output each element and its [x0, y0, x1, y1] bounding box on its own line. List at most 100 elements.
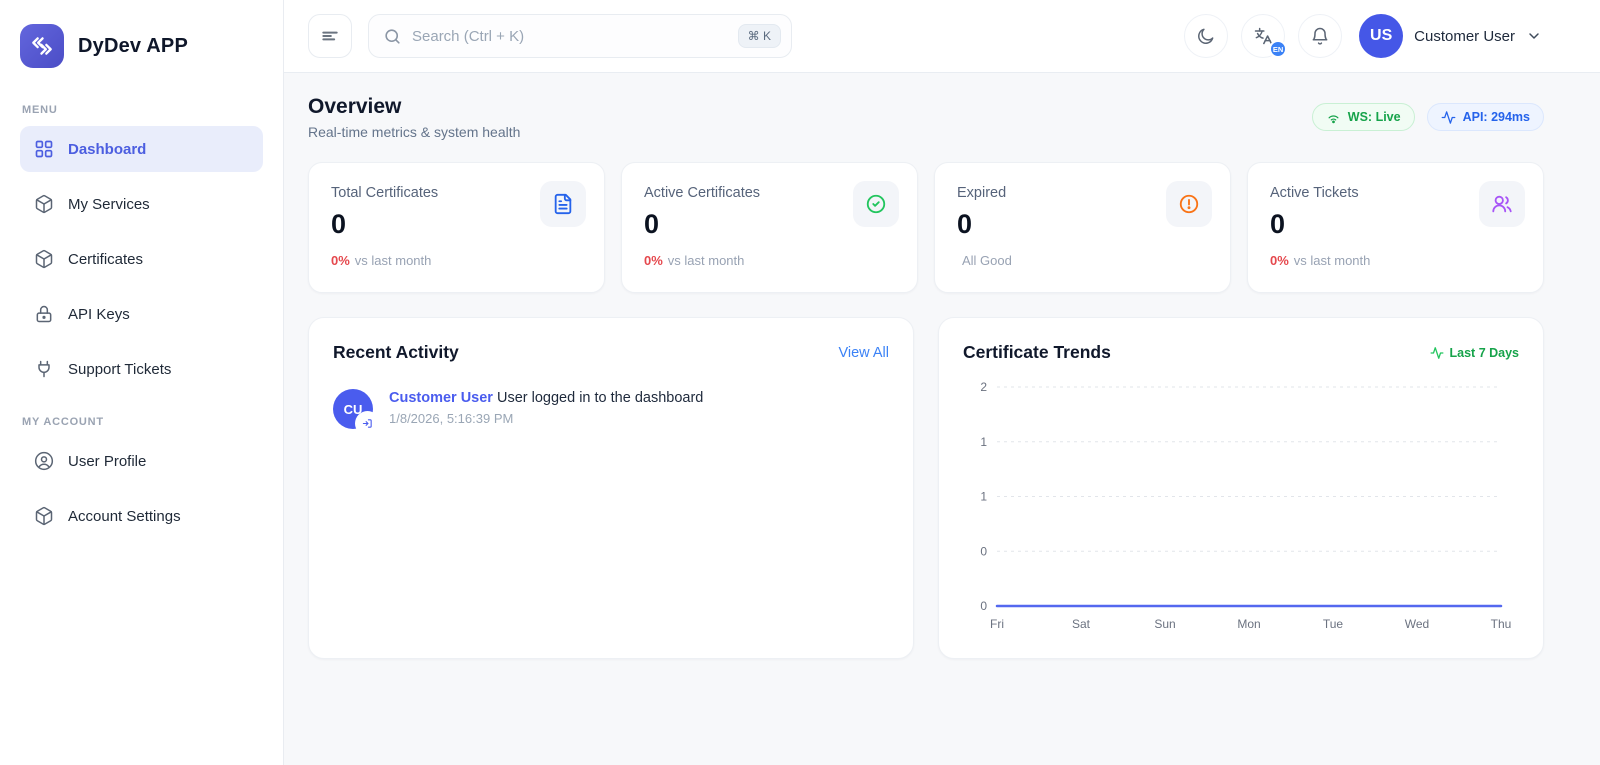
sidebar-item-label: API Keys: [68, 306, 130, 323]
stat-delta: 0%: [644, 253, 663, 268]
sidebar: DyDev APP MENU Dashboard My Services: [0, 0, 284, 765]
activity-text: Customer User User logged in to the dash…: [389, 390, 703, 406]
notifications-button[interactable]: [1298, 14, 1342, 58]
activity-action: User logged in to the dashboard: [497, 390, 703, 406]
user-circle-icon: [34, 451, 54, 471]
chart-range-label: Last 7 Days: [1430, 346, 1519, 360]
search-shortcut-kbd: ⌘ K: [738, 24, 781, 48]
panels-row: Recent Activity View All CU: [308, 317, 1544, 659]
package-icon: [34, 249, 54, 269]
main-content: Overview Real-time metrics & system heal…: [284, 73, 1600, 765]
sidebar-item-label: User Profile: [68, 453, 146, 470]
plug-icon: [34, 359, 54, 379]
svg-text:1: 1: [980, 490, 987, 504]
stat-card-expired: Expired 0 All Good: [934, 162, 1231, 293]
sidebar-item-certificates[interactable]: Certificates: [20, 236, 263, 282]
stat-card-active-certificates: Active Certificates 0 0%vs last month: [621, 162, 918, 293]
alert-circle-icon: [1178, 193, 1200, 215]
language-switcher[interactable]: EN: [1241, 14, 1285, 58]
sidebar-item-label: My Services: [68, 196, 150, 213]
search-icon: [383, 27, 402, 46]
topbar-actions: EN US Customer User: [1184, 14, 1542, 58]
stat-card-total-certificates: Total Certificates 0 0%vs last month: [308, 162, 605, 293]
svg-text:Sat: Sat: [1072, 617, 1091, 631]
package-icon: [34, 194, 54, 214]
page-subtitle: Real-time metrics & system health: [308, 124, 520, 140]
menu-section-label: MENU: [22, 104, 283, 116]
svg-text:Mon: Mon: [1237, 617, 1260, 631]
sidebar-item-support-tickets[interactable]: Support Tickets: [20, 346, 263, 392]
content-column: ⌘ K EN: [284, 0, 1600, 765]
svg-text:0: 0: [980, 599, 987, 613]
stat-footnote: 0% vs last month: [331, 253, 582, 268]
language-badge: EN: [1269, 40, 1287, 58]
account-section-label: MY ACCOUNT: [22, 416, 283, 428]
activity-content: Customer User User logged in to the dash…: [389, 389, 703, 429]
dark-mode-toggle[interactable]: [1184, 14, 1228, 58]
menu-icon: [320, 26, 340, 46]
search-box: ⌘ K: [368, 14, 792, 58]
stat-delta: 0%: [331, 253, 350, 268]
activity-avatar: CU: [333, 389, 373, 429]
login-badge: [357, 413, 378, 434]
sidebar-item-my-services[interactable]: My Services: [20, 181, 263, 227]
stat-delta: 0%: [1270, 253, 1289, 268]
bell-icon: [1310, 26, 1330, 46]
page-header: Overview Real-time metrics & system heal…: [308, 95, 1544, 140]
view-all-link[interactable]: View All: [838, 345, 889, 361]
sidebar-item-dashboard[interactable]: Dashboard: [20, 126, 263, 172]
sidebar-item-label: Certificates: [68, 251, 143, 268]
stat-foot-text: vs last month: [1294, 253, 1371, 268]
file-text-icon: [552, 193, 574, 215]
svg-text:2: 2: [980, 380, 987, 394]
sidebar-account-menu: User Profile Account Settings: [0, 438, 283, 539]
stats-grid: Total Certificates 0 0%vs last month Act…: [308, 162, 1544, 293]
svg-text:0: 0: [980, 544, 987, 558]
sidebar-item-api-keys[interactable]: API Keys: [20, 291, 263, 337]
stat-icon-tile: [540, 181, 586, 227]
sidebar-item-user-profile[interactable]: User Profile: [20, 438, 263, 484]
search-input[interactable]: [412, 28, 728, 45]
chart-range-text: Last 7 Days: [1450, 346, 1519, 360]
svg-text:Fri: Fri: [990, 617, 1004, 631]
grid-icon: [34, 139, 54, 159]
users-icon: [1491, 193, 1513, 215]
chevron-down-icon: [1526, 28, 1542, 44]
stat-icon-tile: [1479, 181, 1525, 227]
activity-actor: Customer User: [389, 390, 493, 406]
certificate-trends-header: Certificate Trends Last 7 Days: [963, 342, 1519, 363]
user-avatar: US: [1359, 14, 1403, 58]
app-logo-icon: [20, 24, 64, 68]
stat-footnote: All Good: [957, 253, 1208, 268]
topbar: ⌘ K EN: [284, 0, 1600, 73]
stat-card-active-tickets: Active Tickets 0 0%vs last month: [1247, 162, 1544, 293]
sidebar-item-label: Dashboard: [68, 141, 146, 158]
user-name: Customer User: [1414, 28, 1515, 45]
certificate-trends-chart: 00112FriSatSunMonTueWedThu: [963, 373, 1519, 634]
sidebar-item-label: Account Settings: [68, 508, 181, 525]
page-title: Overview: [308, 95, 520, 119]
sidebar-menu: Dashboard My Services Certificates: [0, 126, 283, 392]
stat-foot-text: All Good: [962, 253, 1012, 268]
activity-icon: [1430, 346, 1444, 360]
sidebar-toggle-button[interactable]: [308, 14, 352, 58]
recent-activity-title: Recent Activity: [333, 342, 459, 363]
activity-icon: [1441, 110, 1456, 125]
wifi-icon: [1326, 110, 1341, 125]
recent-activity-panel: Recent Activity View All CU: [308, 317, 914, 659]
status-badges: WS: Live API: 294ms: [1312, 103, 1544, 131]
stat-foot-text: vs last month: [355, 253, 432, 268]
activity-timestamp: 1/8/2026, 5:16:39 PM: [389, 411, 703, 426]
sidebar-item-account-settings[interactable]: Account Settings: [20, 493, 263, 539]
stat-icon-tile: [853, 181, 899, 227]
stat-icon-tile: [1166, 181, 1212, 227]
app-root: DyDev APP MENU Dashboard My Services: [0, 0, 1600, 765]
websocket-status-label: WS: Live: [1348, 110, 1401, 124]
check-circle-icon: [865, 193, 887, 215]
activity-item: CU Customer User User logged in to the d…: [333, 389, 889, 429]
stat-footnote: 0% vs last month: [1270, 253, 1521, 268]
svg-text:Thu: Thu: [1491, 617, 1512, 631]
api-latency-label: API: 294ms: [1463, 110, 1530, 124]
user-menu[interactable]: US Customer User: [1359, 14, 1542, 58]
app-logo[interactable]: DyDev APP: [0, 0, 283, 78]
